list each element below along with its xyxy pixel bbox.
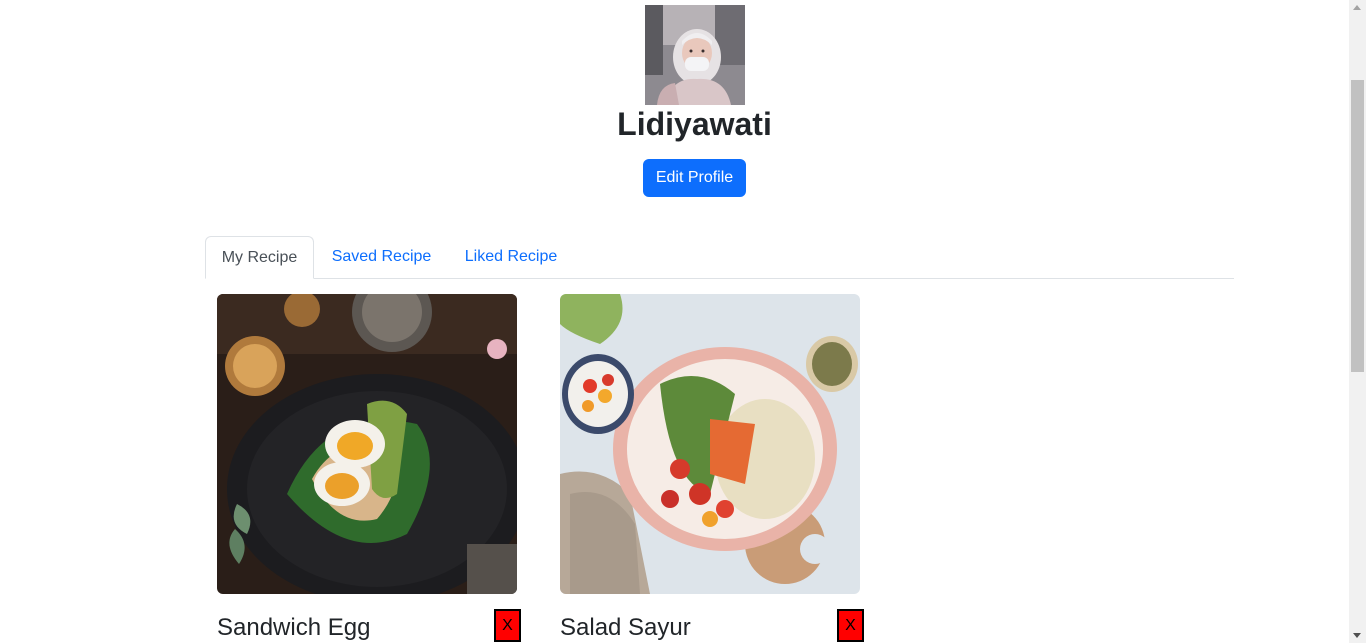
tab-saved-recipe[interactable]: Saved Recipe: [314, 236, 449, 278]
salad-sayur-image: [560, 294, 860, 594]
recipe-title: Salad Sayur: [560, 614, 691, 641]
tab-my-recipe[interactable]: My Recipe: [205, 236, 314, 279]
scroll-down-arrow-icon[interactable]: [1353, 633, 1361, 638]
profile-page: Lidiyawati Edit Profile My Recipe Saved …: [0, 0, 1349, 643]
profile-name: Lidiyawati: [617, 106, 772, 142]
tab-liked-recipe[interactable]: Liked Recipe: [449, 236, 573, 278]
recipe-tabs: My Recipe Saved Recipe Liked Recipe: [205, 236, 1234, 279]
delete-recipe-button[interactable]: X: [837, 609, 864, 642]
recipe-card: Sandwich Egg X: [217, 294, 521, 643]
avatar-photo: [645, 5, 745, 105]
recipe-card: Salad Sayur X: [560, 294, 864, 643]
recipe-photo-sandwich-egg[interactable]: [217, 294, 517, 594]
avatar: [645, 5, 745, 105]
sandwich-egg-image: [217, 294, 517, 594]
edit-profile-button[interactable]: Edit Profile: [643, 159, 746, 197]
recipe-photo-salad-sayur[interactable]: [560, 294, 860, 594]
vertical-scrollbar[interactable]: [1349, 0, 1366, 643]
scrollbar-thumb[interactable]: [1351, 80, 1364, 372]
delete-recipe-button[interactable]: X: [494, 609, 521, 642]
scroll-up-arrow-icon[interactable]: [1353, 5, 1361, 10]
recipe-title: Sandwich Egg: [217, 614, 371, 641]
